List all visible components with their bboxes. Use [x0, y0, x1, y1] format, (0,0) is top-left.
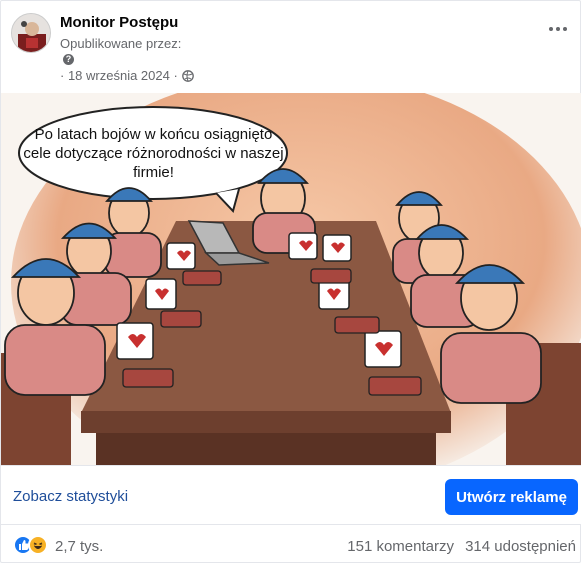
create-ad-button[interactable]: Utwórz reklamę [445, 479, 578, 515]
published-by-label: Opublikowane przez: [60, 36, 182, 51]
reaction-icons[interactable] [13, 535, 53, 555]
post-meta: · 18 września 2024 · [60, 68, 194, 83]
more-icon [549, 27, 553, 31]
page-avatar[interactable] [11, 13, 51, 53]
more-options-button[interactable] [546, 21, 570, 37]
shares-count[interactable]: 314 udostępnień [465, 538, 576, 555]
page-name-link[interactable]: Monitor Postępu [60, 14, 178, 31]
reactions-row: 2,7 tys. 151 komentarzy 314 udostępnień [1, 525, 581, 563]
stats-bar: Zobacz statystyki Utwórz reklamę [1, 465, 581, 525]
post-card: Monitor Postępu Opublikowane przez: ? · … [0, 0, 581, 563]
info-icon[interactable]: ? [63, 54, 74, 65]
post-image[interactable]: Po latach bojów w końcu osiągnięto cele … [1, 93, 581, 465]
haha-icon [28, 535, 48, 555]
post-date[interactable]: · 18 września 2024 · [60, 68, 178, 83]
see-stats-link[interactable]: Zobacz statystyki [13, 488, 128, 505]
comments-count[interactable]: 151 komentarzy [347, 538, 454, 555]
speech-bubble-text: Po latach bojów w końcu osiągnięto cele … [23, 126, 284, 181]
reactions-count[interactable]: 2,7 tys. [55, 538, 103, 555]
globe-icon [181, 69, 194, 82]
post-header: Monitor Postępu Opublikowane przez: ? · … [1, 1, 581, 93]
